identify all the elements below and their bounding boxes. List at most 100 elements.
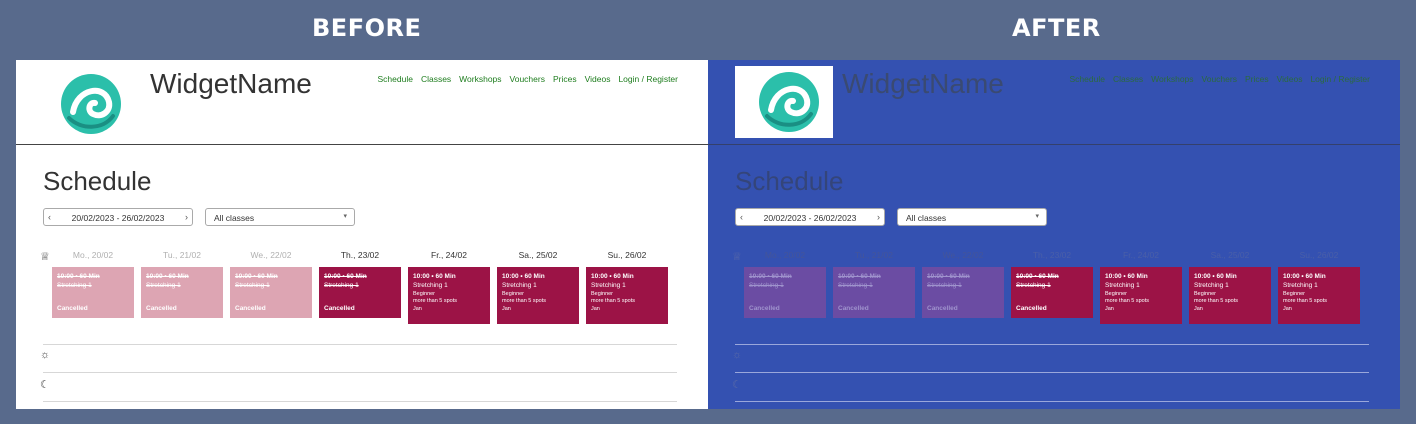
class-level: Beginner — [413, 291, 436, 297]
class-teacher: Jan — [502, 305, 511, 312]
date-range-picker[interactable]: ‹ 20/02/2023 - 26/02/2023 › — [735, 208, 885, 226]
class-name: Stretching 1 — [838, 282, 873, 289]
class-name: Stretching 1 — [927, 282, 962, 289]
class-card[interactable]: 10:00 • 60 Min Stretching 1 Beginner more t… — [586, 267, 668, 324]
nav-link-videos[interactable]: Videos — [1277, 74, 1303, 84]
class-name: Stretching 1 — [1105, 282, 1140, 289]
day-header: Mo., 20/02 — [72, 250, 114, 260]
class-card[interactable]: 10:00 • 60 Min Stretching 1 Cancelled — [744, 267, 826, 318]
class-status: Cancelled — [235, 305, 266, 312]
class-teacher: Jan — [1105, 305, 1114, 312]
class-level: Beginner — [502, 291, 525, 297]
class-spots: more than 5 spots — [413, 298, 458, 305]
class-teacher: Jan — [413, 305, 422, 312]
class-time: 10:00 • 60 Min — [146, 273, 189, 280]
nav-bar: Schedule Classes Workshops Vouchers Prices Vi… — [1069, 74, 1370, 84]
nav-link-vouchers[interactable]: Vouchers — [1202, 74, 1237, 84]
class-status: Cancelled — [146, 305, 177, 312]
class-name: Stretching 1 — [235, 282, 270, 289]
class-spots: more than 5 spots — [1283, 298, 1328, 305]
day-header: Tu., 21/02 — [163, 250, 201, 260]
class-card[interactable]: 10:00 • 60 Min Stretching 1 Beginner more t… — [1189, 267, 1271, 324]
class-time: 10:00 • 60 Min — [413, 273, 456, 280]
class-filter-value: All classes — [214, 213, 255, 223]
day-header: Fr., 24/02 — [1123, 250, 1159, 260]
class-time: 10:00 • 60 Min — [1283, 273, 1326, 280]
nav-link-login-register[interactable]: Login / Register — [1310, 74, 1370, 84]
widget-header: WidgetName Schedule Classes Workshops Vouche… — [16, 60, 708, 145]
nav-link-vouchers[interactable]: Vouchers — [510, 74, 545, 84]
class-card[interactable]: 10:00 • 60 Min Stretching 1 Cancelled — [141, 267, 223, 318]
sun-icon: ☼ — [732, 349, 743, 361]
class-spots: more than 5 spots — [502, 298, 547, 305]
class-time: 10:00 • 60 Min — [927, 273, 970, 280]
day-header: We., 22/02 — [250, 250, 292, 260]
nav-link-prices[interactable]: Prices — [553, 74, 577, 84]
class-time: 10:00 • 60 Min — [1194, 273, 1237, 280]
class-card[interactable]: 10:00 • 60 Min Stretching 1 Beginner more t… — [408, 267, 490, 324]
day-header: Th., 23/02 — [340, 250, 380, 260]
class-name: Stretching 1 — [146, 282, 181, 289]
class-card[interactable]: 10:00 • 60 Min Stretching 1 Cancelled — [1011, 267, 1093, 318]
class-name: Stretching 1 — [1194, 282, 1229, 289]
class-status: Cancelled — [57, 305, 88, 312]
class-teacher: Jan — [591, 305, 600, 312]
class-name: Stretching 1 — [502, 282, 537, 289]
nav-link-classes[interactable]: Classes — [1113, 74, 1143, 84]
class-filter-value: All classes — [906, 213, 947, 223]
class-filter-select[interactable]: All classes ▾ — [205, 208, 355, 226]
class-time: 10:00 • 60 Min — [324, 273, 367, 280]
class-card[interactable]: 10:00 • 60 Min Stretching 1 Cancelled — [319, 267, 401, 318]
nav-link-videos[interactable]: Videos — [585, 74, 611, 84]
after-panel: WidgetName Schedule Classes Workshops Vouche… — [708, 60, 1400, 409]
day-header: Sa., 25/02 — [518, 250, 558, 260]
nav-link-classes[interactable]: Classes — [421, 74, 451, 84]
class-level: Beginner — [1105, 291, 1128, 297]
class-name: Stretching 1 — [1016, 282, 1051, 289]
class-card[interactable]: 10:00 • 60 Min Stretching 1 Cancelled — [230, 267, 312, 318]
class-status: Cancelled — [927, 305, 958, 312]
chevron-right-icon[interactable]: › — [185, 212, 188, 222]
day-header: Su., 26/02 — [1299, 250, 1339, 260]
nav-link-workshops[interactable]: Workshops — [459, 74, 501, 84]
widget-name: WidgetName — [842, 68, 1004, 99]
nav-link-schedule[interactable]: Schedule — [377, 74, 412, 84]
date-range-text: 20/02/2023 - 26/02/2023 — [71, 213, 165, 223]
row-divider — [43, 401, 677, 402]
class-card[interactable]: 10:00 • 60 Min Stretching 1 Cancelled — [833, 267, 915, 318]
row-divider — [735, 344, 1369, 345]
row-divider — [43, 372, 677, 373]
moon-icon: ☾ — [40, 379, 50, 391]
class-filter-select[interactable]: All classes ▾ — [897, 208, 1047, 226]
class-time: 10:00 • 60 Min — [1105, 273, 1148, 280]
class-card[interactable]: 10:00 • 60 Min Stretching 1 Cancelled — [922, 267, 1004, 318]
page-title: Schedule — [735, 166, 844, 196]
row-divider — [735, 401, 1369, 402]
nav-link-login-register[interactable]: Login / Register — [618, 74, 678, 84]
class-level: Beginner — [1283, 291, 1306, 297]
nav-link-workshops[interactable]: Workshops — [1151, 74, 1193, 84]
class-time: 10:00 • 60 Min — [749, 273, 792, 280]
nav-link-schedule[interactable]: Schedule — [1069, 74, 1104, 84]
class-card[interactable]: 10:00 • 60 Min Stretching 1 Beginner more t… — [1100, 267, 1182, 324]
nav-link-prices[interactable]: Prices — [1245, 74, 1269, 84]
day-header: Tu., 21/02 — [855, 250, 893, 260]
class-teacher: Jan — [1194, 305, 1203, 312]
day-header: Su., 26/02 — [607, 250, 647, 260]
class-time: 10:00 • 60 Min — [591, 273, 634, 280]
class-card[interactable]: 10:00 • 60 Min Stretching 1 Beginner more t… — [1278, 267, 1360, 324]
class-name: Stretching 1 — [749, 282, 784, 289]
class-time: 10:00 • 60 Min — [502, 273, 545, 280]
chevron-down-icon: ▾ — [343, 213, 347, 220]
class-card[interactable]: 10:00 • 60 Min Stretching 1 Cancelled — [52, 267, 134, 318]
class-level: Beginner — [1194, 291, 1217, 297]
class-card[interactable]: 10:00 • 60 Min Stretching 1 Beginner more t… — [497, 267, 579, 324]
logo-box — [735, 66, 833, 138]
row-divider — [43, 344, 677, 345]
chevron-right-icon[interactable]: › — [877, 212, 880, 222]
date-range-picker[interactable]: ‹ 20/02/2023 - 26/02/2023 › — [43, 208, 193, 226]
day-header: Fr., 24/02 — [431, 250, 467, 260]
crown-icon: ♕ — [732, 251, 742, 263]
class-status: Cancelled — [1016, 305, 1047, 312]
class-teacher: Jan — [1283, 305, 1292, 312]
